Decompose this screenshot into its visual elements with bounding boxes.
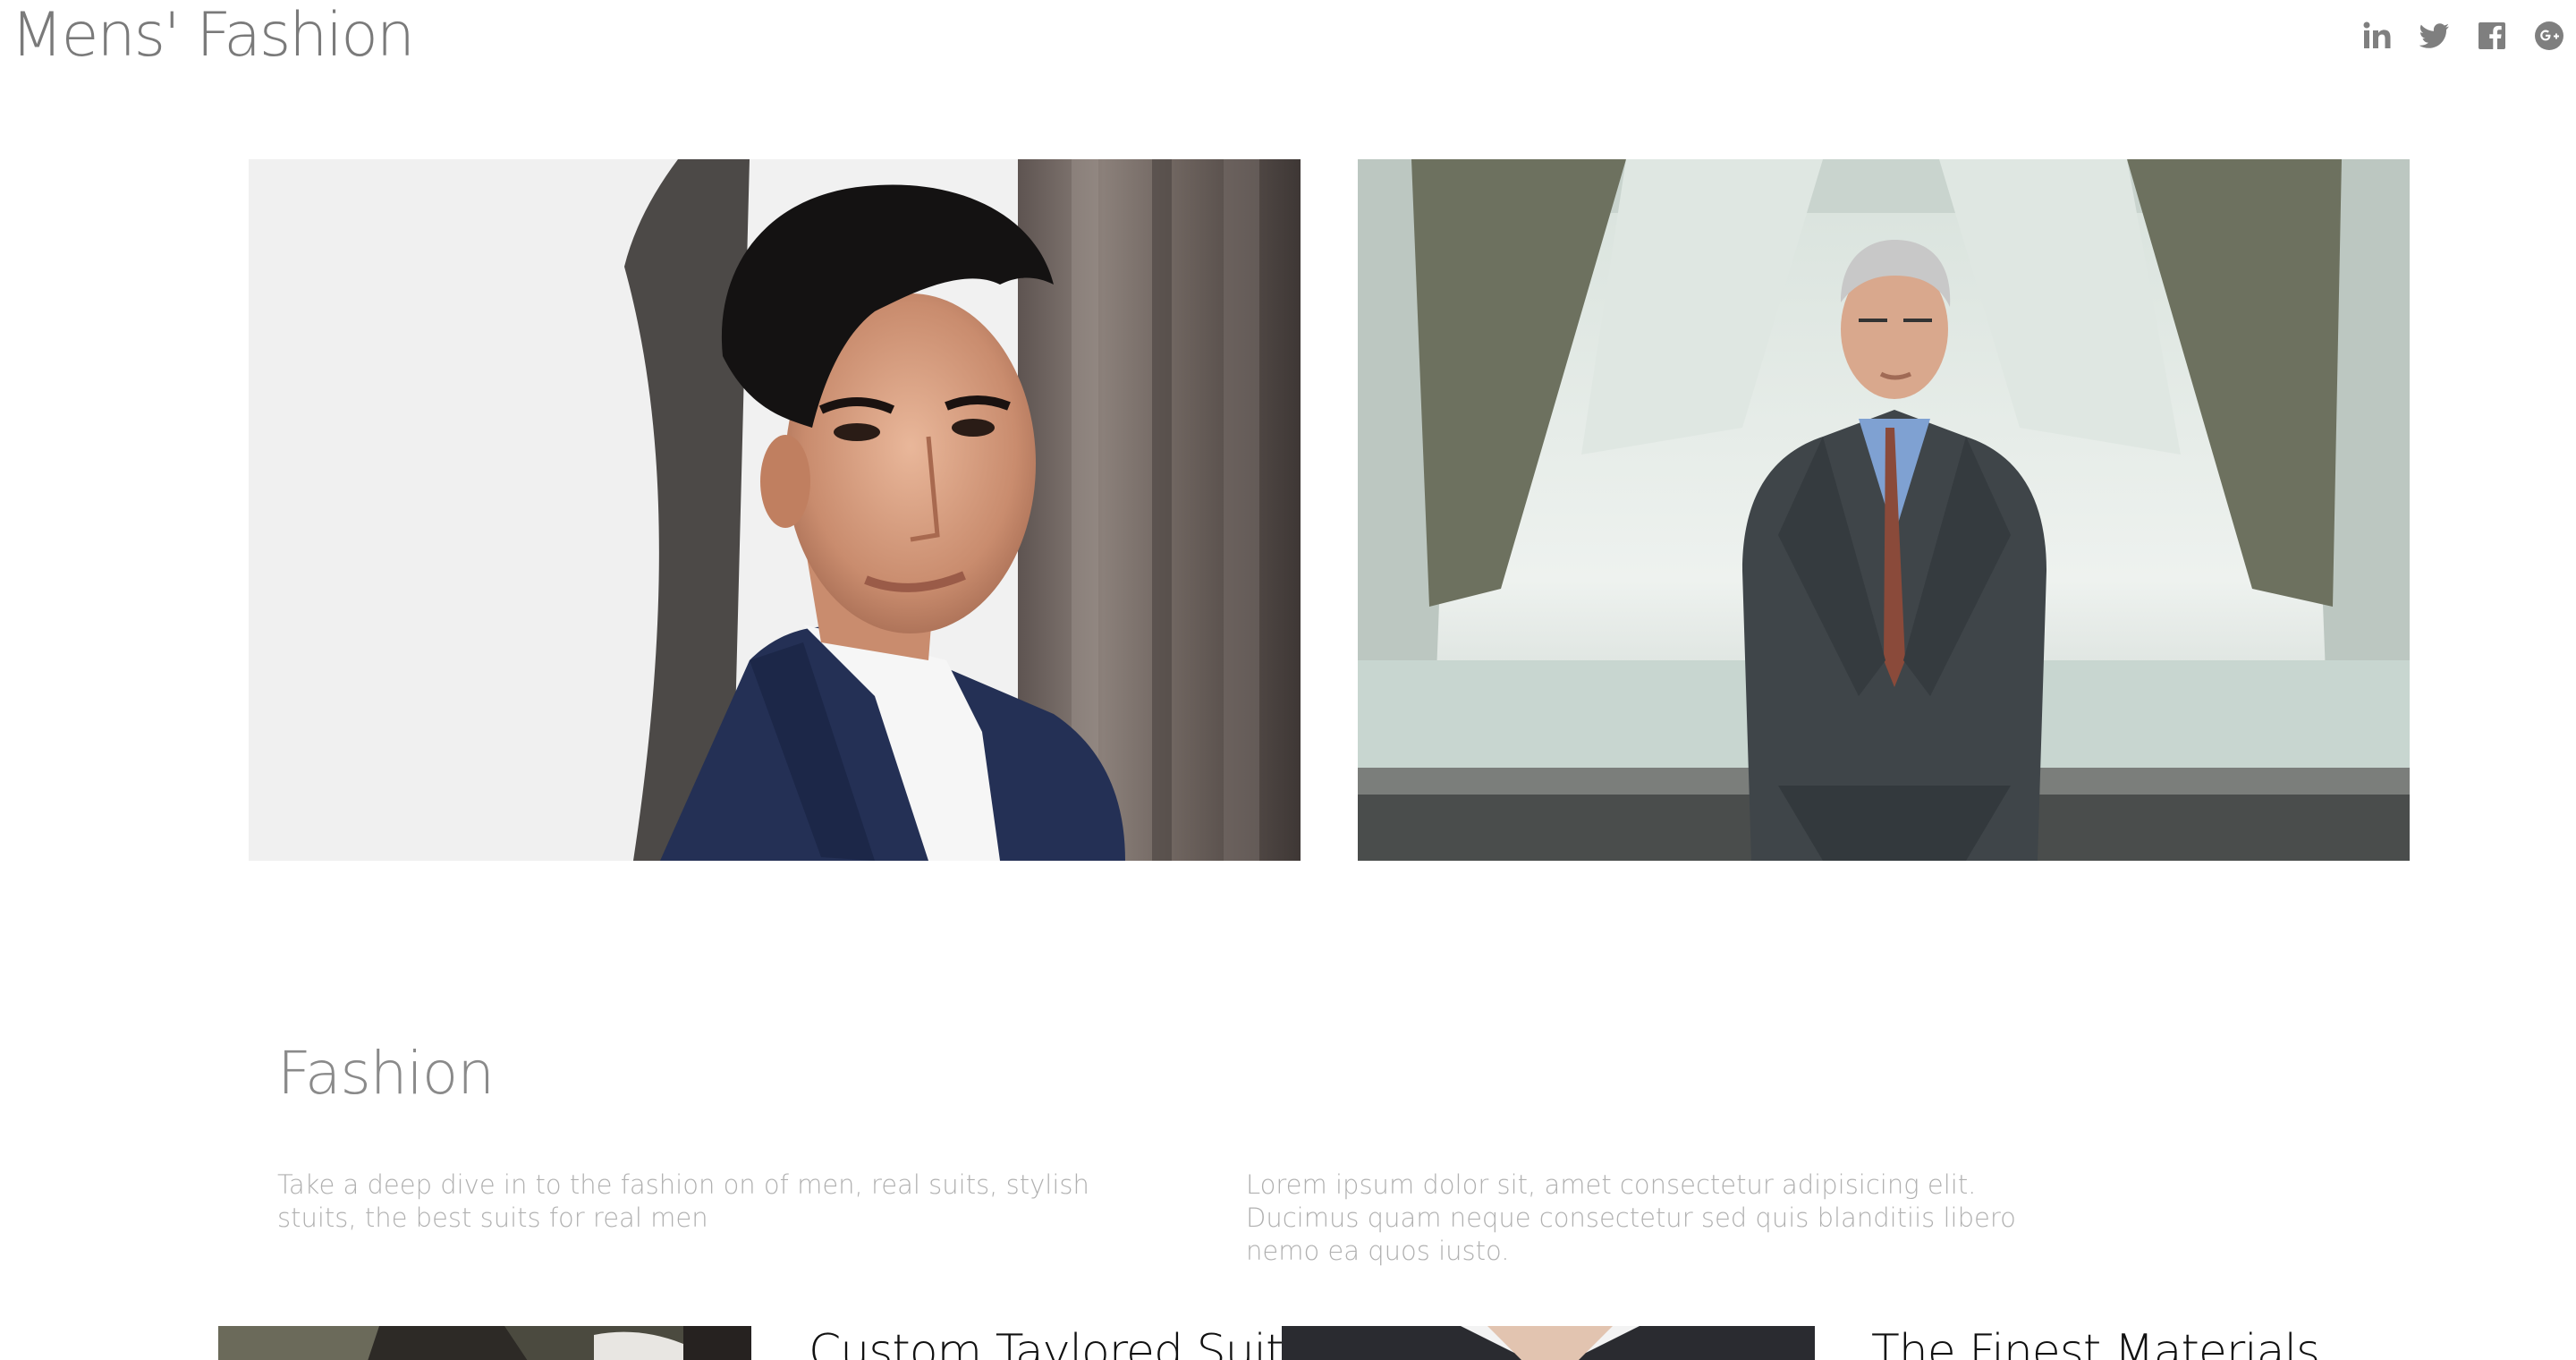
feature-title-finest-materials[interactable]: The Finest Materials (1871, 1322, 2320, 1360)
finest-materials-thumbnail (1282, 1326, 1815, 1360)
lorem-paragraph: Lorem ipsum dolor sit, amet consectetur … (1246, 1169, 2016, 1266)
site-title[interactable]: Mens' Fashion (11, 0, 415, 72)
older-man-in-suit-photo (1358, 159, 2410, 861)
section-heading: Fashion (277, 1039, 495, 1108)
feature-title-custom-suits[interactable]: Custom Taylored Suits (809, 1322, 1307, 1360)
intro-paragraph: Take a deep dive in to the fashion on of… (277, 1169, 1089, 1233)
facebook-icon[interactable] (2476, 20, 2508, 52)
custom-suit-thumbnail (218, 1326, 751, 1360)
young-man-portrait-photo (249, 159, 1301, 861)
google-plus-icon[interactable] (2533, 20, 2565, 52)
linkedin-icon[interactable] (2361, 20, 2394, 52)
social-links (2361, 20, 2565, 52)
twitter-icon[interactable] (2419, 20, 2451, 52)
page: Mens' Fashion Fashion Take a deep dive i… (0, 0, 2576, 1360)
